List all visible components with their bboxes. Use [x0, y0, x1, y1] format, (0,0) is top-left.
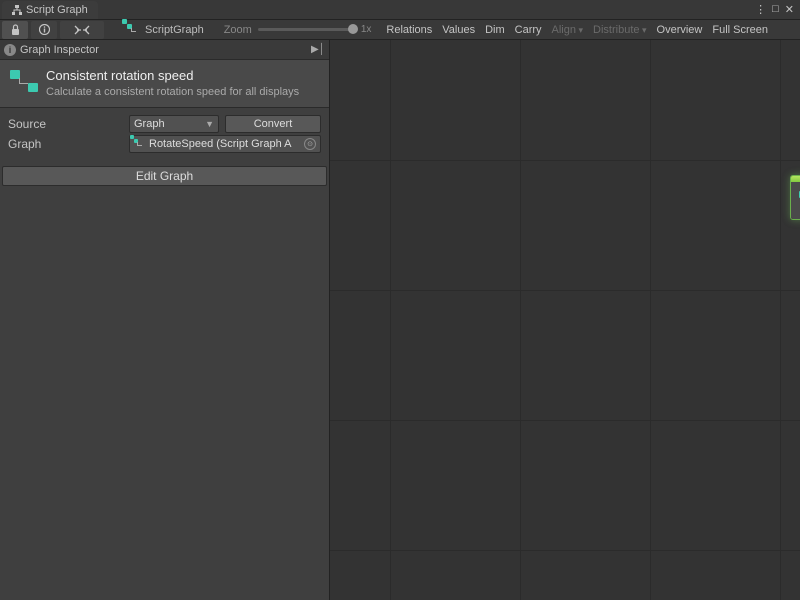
zoom-slider[interactable]	[258, 28, 353, 31]
script-graph-icon	[134, 139, 146, 149]
inspector-header[interactable]: i Graph Inspector ▶│	[0, 40, 329, 60]
lock-button[interactable]	[2, 21, 28, 39]
graph-value: RotateSpeed (Script Graph A	[149, 138, 291, 150]
slider-knob[interactable]	[348, 24, 358, 34]
close-icon[interactable]: ✕	[785, 3, 794, 16]
tab-title: Script Graph	[26, 4, 88, 16]
graph-label: Graph	[8, 137, 123, 151]
edit-graph-button[interactable]: Edit Graph	[2, 166, 327, 186]
source-value: Graph	[134, 118, 165, 130]
graph-object-field[interactable]: RotateSpeed (Script Graph A ⊙	[129, 135, 321, 153]
maximize-icon[interactable]: □	[772, 3, 779, 16]
carry-button[interactable]: Carry	[510, 21, 547, 39]
object-picker-icon[interactable]: ⊙	[304, 138, 316, 150]
subgraph-node[interactable]: Subgraph Consistent rotation speed	[790, 175, 800, 220]
collapse-icon[interactable]: ▶│	[311, 44, 325, 55]
chevron-down-icon: ▼	[205, 119, 214, 129]
breadcrumb-label: ScriptGraph	[145, 24, 204, 36]
info-icon: i	[4, 44, 16, 56]
canvas-grid	[330, 40, 800, 600]
breadcrumb[interactable]: ScriptGraph	[127, 24, 204, 36]
overview-button[interactable]: Overview	[652, 21, 708, 39]
menu-icon[interactable]: ⋮	[755, 3, 766, 16]
dim-button[interactable]: Dim	[480, 21, 510, 39]
node-description: Calculate a consistent rotation speed fo…	[46, 85, 299, 99]
relations-button[interactable]: Relations	[381, 21, 437, 39]
fullscreen-button[interactable]: Full Screen	[707, 21, 773, 39]
node-title: Consistent rotation speed	[46, 68, 299, 83]
script-graph-icon	[127, 24, 141, 36]
convert-button[interactable]: Convert	[225, 115, 321, 133]
align-dropdown[interactable]: Align	[547, 21, 589, 39]
node-header: Consistent rotation speed Calculate a co…	[0, 60, 329, 108]
distribute-dropdown[interactable]: Distribute	[588, 21, 652, 39]
toolbar: ScriptGraph Zoom 1x Relations Values Dim…	[0, 20, 800, 40]
graph-canvas[interactable]: Subgraph Consistent rotation speed	[330, 40, 800, 600]
info-button[interactable]	[31, 21, 57, 39]
subgraph-icon	[10, 70, 38, 92]
inspector-panel: i Graph Inspector ▶│ Consistent rotation…	[0, 40, 330, 600]
values-button[interactable]: Values	[437, 21, 480, 39]
window-tab[interactable]: Script Graph	[2, 1, 98, 19]
inspector-title: Graph Inspector	[20, 44, 99, 56]
hierarchy-icon	[12, 5, 22, 15]
source-dropdown[interactable]: Graph ▼	[129, 115, 219, 133]
titlebar: Script Graph ⋮ □ ✕	[0, 0, 800, 20]
variables-button[interactable]	[60, 21, 104, 39]
zoom-label: Zoom	[224, 24, 252, 36]
source-label: Source	[8, 117, 123, 131]
zoom-value: 1x	[361, 24, 372, 35]
